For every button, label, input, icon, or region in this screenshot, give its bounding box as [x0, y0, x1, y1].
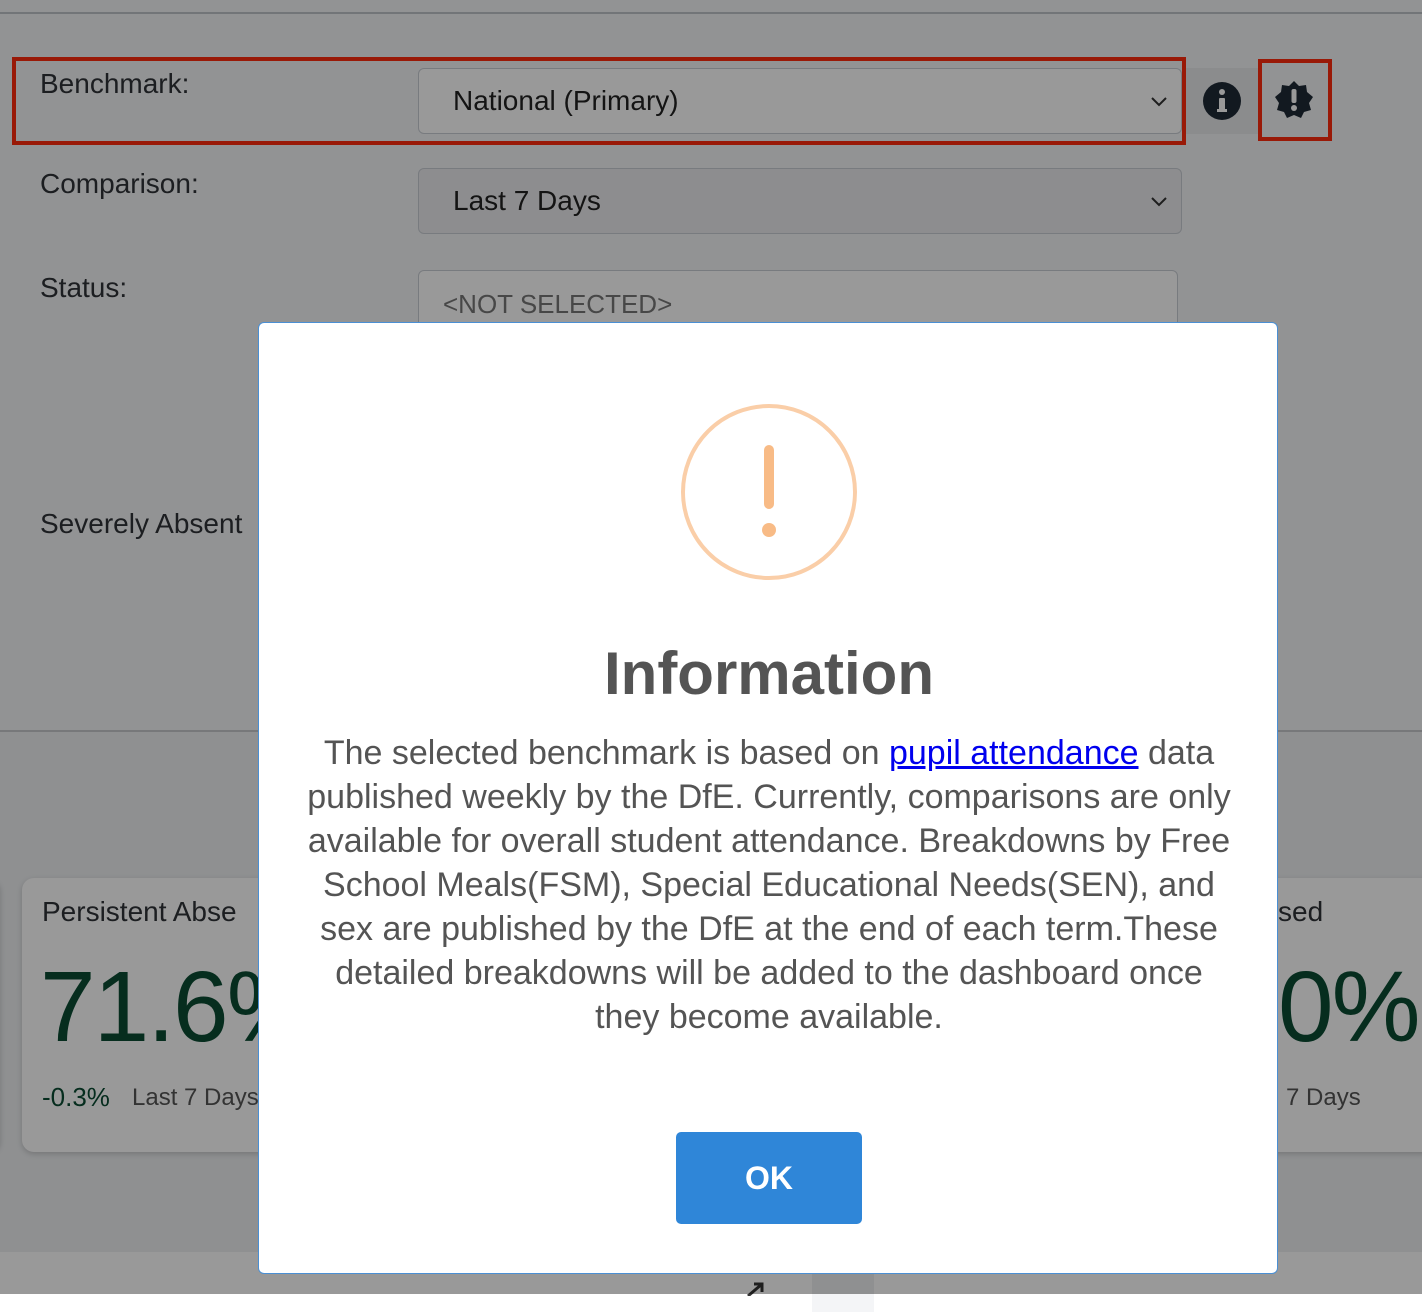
pupil-attendance-link[interactable]: pupil attendance	[889, 734, 1139, 772]
information-dialog: Information The selected benchmark is ba…	[258, 322, 1278, 1274]
ok-button[interactable]: OK	[676, 1132, 862, 1224]
exclamation-circle-icon	[681, 404, 857, 580]
dialog-title: Information	[604, 640, 934, 707]
dialog-message-prefix: The selected benchmark is based on	[323, 734, 889, 772]
dialog-message: The selected benchmark is based on pupil…	[299, 731, 1239, 1039]
dialog-message-suffix: data published weekly by the DfE. Curren…	[307, 734, 1231, 1036]
